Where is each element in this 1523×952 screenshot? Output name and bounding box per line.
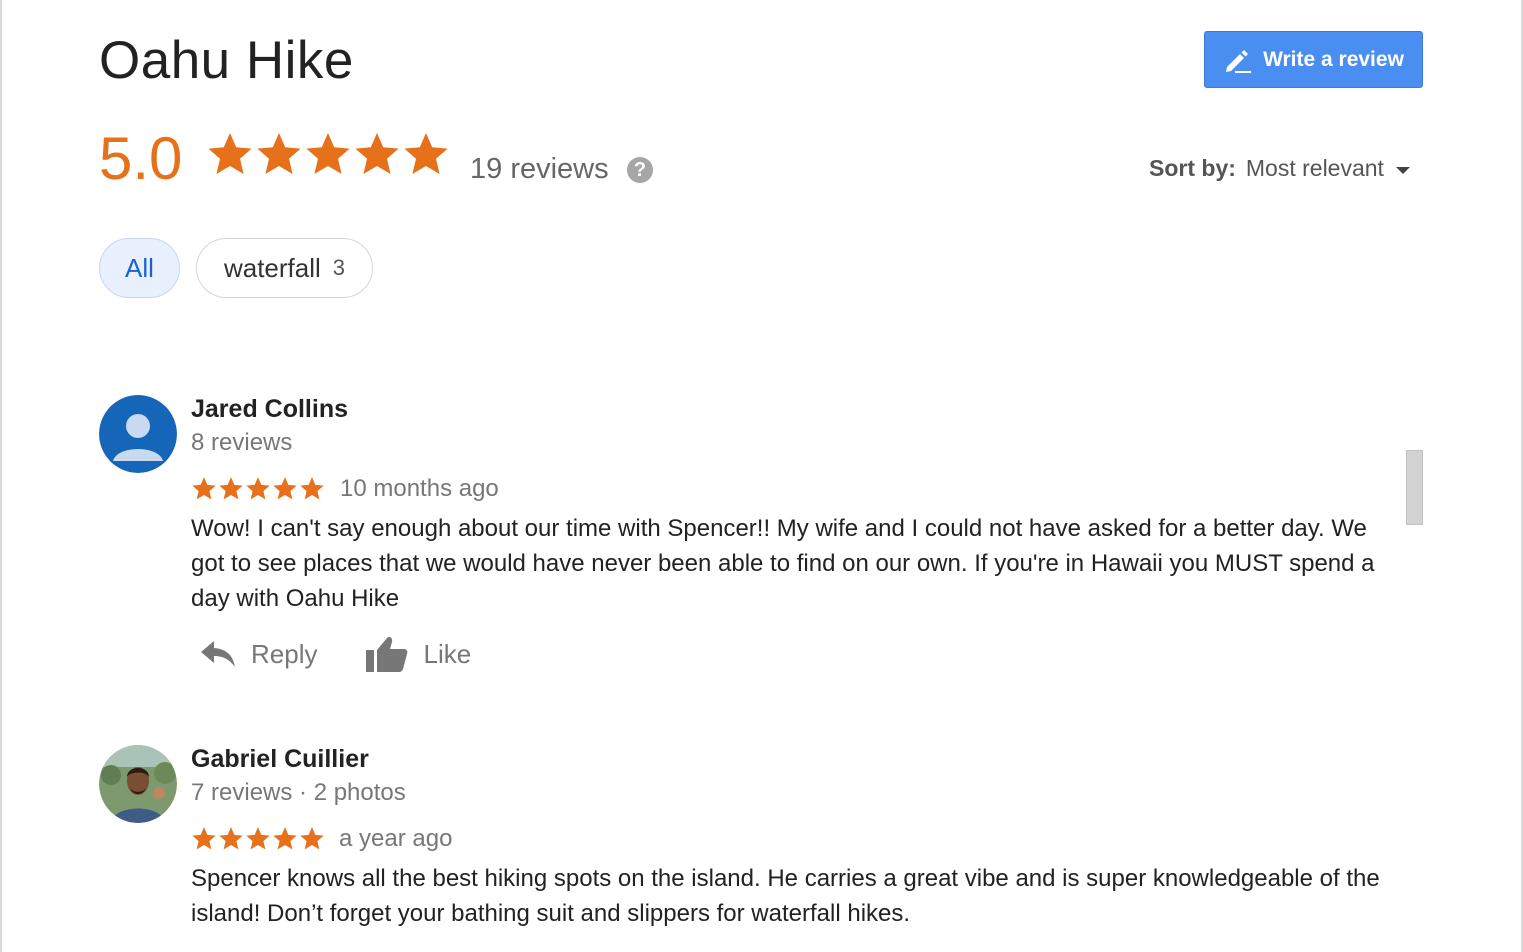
pencil-icon [1223, 46, 1253, 74]
star-icon [246, 477, 270, 500]
review-item: Jared Collins 8 reviews 10 months ago Wo… [99, 395, 1389, 695]
review-text: Spencer knows all the best hiking spots … [191, 865, 1380, 927]
reviewer-name[interactable]: Jared Collins [191, 395, 348, 424]
star-icon [404, 133, 448, 174]
write-review-button[interactable]: Write a review [1204, 31, 1423, 88]
write-review-label: Write a review [1263, 47, 1404, 71]
reviewer-name[interactable]: Gabriel Cuillier [191, 745, 369, 774]
review-actions: Reply Like [199, 635, 471, 673]
star-icon [208, 133, 252, 174]
avatar[interactable] [99, 395, 177, 473]
star-icon [300, 477, 324, 500]
filter-chip-waterfall[interactable]: waterfall 3 [196, 238, 373, 298]
reply-icon [201, 641, 235, 667]
star-icon [219, 827, 243, 850]
average-rating: 5.0 [99, 125, 183, 192]
reviewer-meta: 8 reviews [191, 429, 293, 456]
star-icon [273, 477, 297, 500]
reply-button[interactable]: Reply [199, 639, 317, 670]
star-icon [300, 827, 324, 850]
star-icon [257, 133, 301, 174]
star-icon [192, 827, 216, 850]
scrollbar-thumb[interactable] [1406, 450, 1423, 525]
filter-chip-all[interactable]: All [99, 238, 180, 298]
review-item: Gabriel Cuillier 7 reviews · 2 photos a … [99, 745, 1389, 945]
review-stars [191, 475, 325, 502]
thumbs-up-icon [366, 637, 408, 672]
like-button[interactable]: Like [365, 635, 471, 673]
review-stars [191, 825, 325, 852]
page-title: Oahu Hike [99, 31, 354, 90]
filter-chip-count: 3 [332, 255, 346, 280]
filter-chip-label: waterfall [223, 252, 321, 283]
like-label: Like [423, 638, 472, 669]
star-icon [273, 827, 297, 850]
sort-dropdown[interactable]: Sort by: Most relevant [1149, 155, 1410, 182]
reviewer-meta: 7 reviews · 2 photos [191, 779, 406, 806]
review-text: Wow! I can't say enough about our time w… [191, 515, 1375, 612]
window-border-left [0, 0, 2, 952]
sort-label: Sort by: [1149, 155, 1236, 181]
rating-stars [206, 128, 450, 180]
help-icon[interactable]: ? [627, 157, 653, 183]
star-icon [192, 477, 216, 500]
user-photo-icon [99, 745, 177, 823]
avatar[interactable] [99, 745, 177, 823]
review-time: a year ago [339, 825, 453, 852]
star-icon [246, 827, 270, 850]
star-icon [219, 477, 243, 500]
star-icon [355, 133, 399, 174]
reply-label: Reply [251, 638, 318, 669]
review-time: 10 months ago [340, 475, 499, 502]
star-icon [306, 133, 350, 174]
default-user-icon [99, 395, 177, 473]
filter-chip-label: All [125, 252, 154, 283]
sort-value: Most relevant [1245, 155, 1384, 181]
chevron-down-icon [1395, 166, 1410, 174]
total-reviews-count[interactable]: 19 reviews [470, 153, 609, 186]
